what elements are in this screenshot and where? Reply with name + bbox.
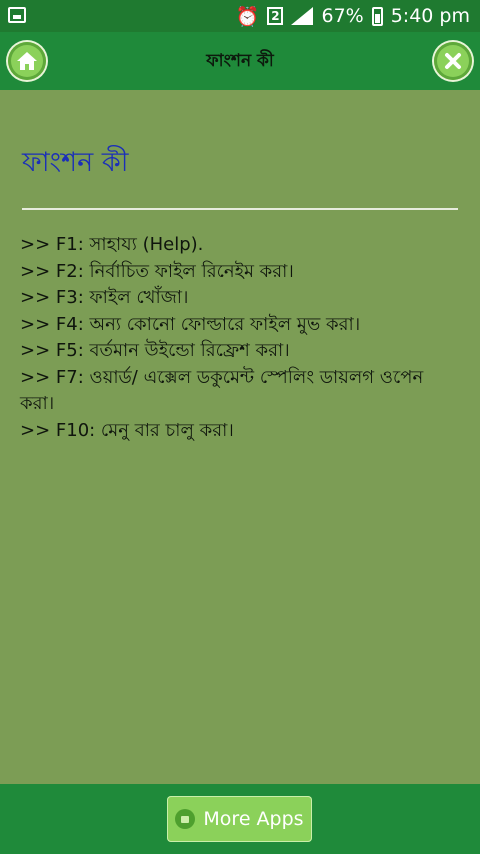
- status-icons: ⏰ 2 67% 5:40 pm: [236, 4, 470, 28]
- battery-icon: [371, 6, 383, 26]
- content-area: ফাংশন কী >> F1: সাহায্য (Help). >> F2: ন…: [0, 90, 480, 784]
- divider: [22, 208, 458, 210]
- alarm-icon: ⏰: [235, 5, 260, 28]
- list-item-f2: >> F2: নির্বাচিত ফাইল রিনেইম করা।: [20, 260, 294, 282]
- close-button[interactable]: [434, 42, 472, 80]
- list-item-f5: >> F5: বর্তমান উইন্ডো রিফ্রেশ করা।: [20, 340, 290, 361]
- function-key-list: >> F1: সাহায্য (Help). >> F2: নির্বাচিত …: [20, 232, 458, 444]
- sim-icon: 2: [267, 7, 284, 25]
- clock: 5:40 pm: [390, 5, 470, 27]
- shopping-bag-icon: [175, 809, 196, 829]
- list-item-f4: >> F4: অন্য কোনো ফোল্ডারে ফাইল মুভ করা।: [20, 313, 361, 335]
- more-apps-button[interactable]: More Apps: [167, 796, 312, 842]
- list-item-f10: >> F10: মেনু বার চালু করা।: [20, 419, 234, 441]
- status-bar: ⏰ 2 67% 5:40 pm: [0, 0, 480, 32]
- list-item-f7: >> F7: ওয়ার্ড/ এক্সেল ডকুমেন্ট স্পেলিং …: [20, 366, 424, 415]
- close-icon: [445, 53, 461, 69]
- image-icon: [8, 7, 26, 23]
- list-item-f3: >> F3: ফাইল খোঁজা।: [20, 287, 189, 308]
- page-heading: ফাংশন কী: [22, 147, 129, 178]
- app-title: ফাংশন কী: [206, 51, 274, 71]
- signal-icon: [291, 7, 314, 25]
- list-item-f1: >> F1: সাহায্য (Help).: [20, 234, 204, 255]
- bottom-bar: More Apps: [0, 784, 480, 854]
- more-apps-label: More Apps: [203, 808, 304, 830]
- battery-percent: 67%: [321, 5, 364, 27]
- app-bar: ফাংশন কী: [0, 32, 480, 90]
